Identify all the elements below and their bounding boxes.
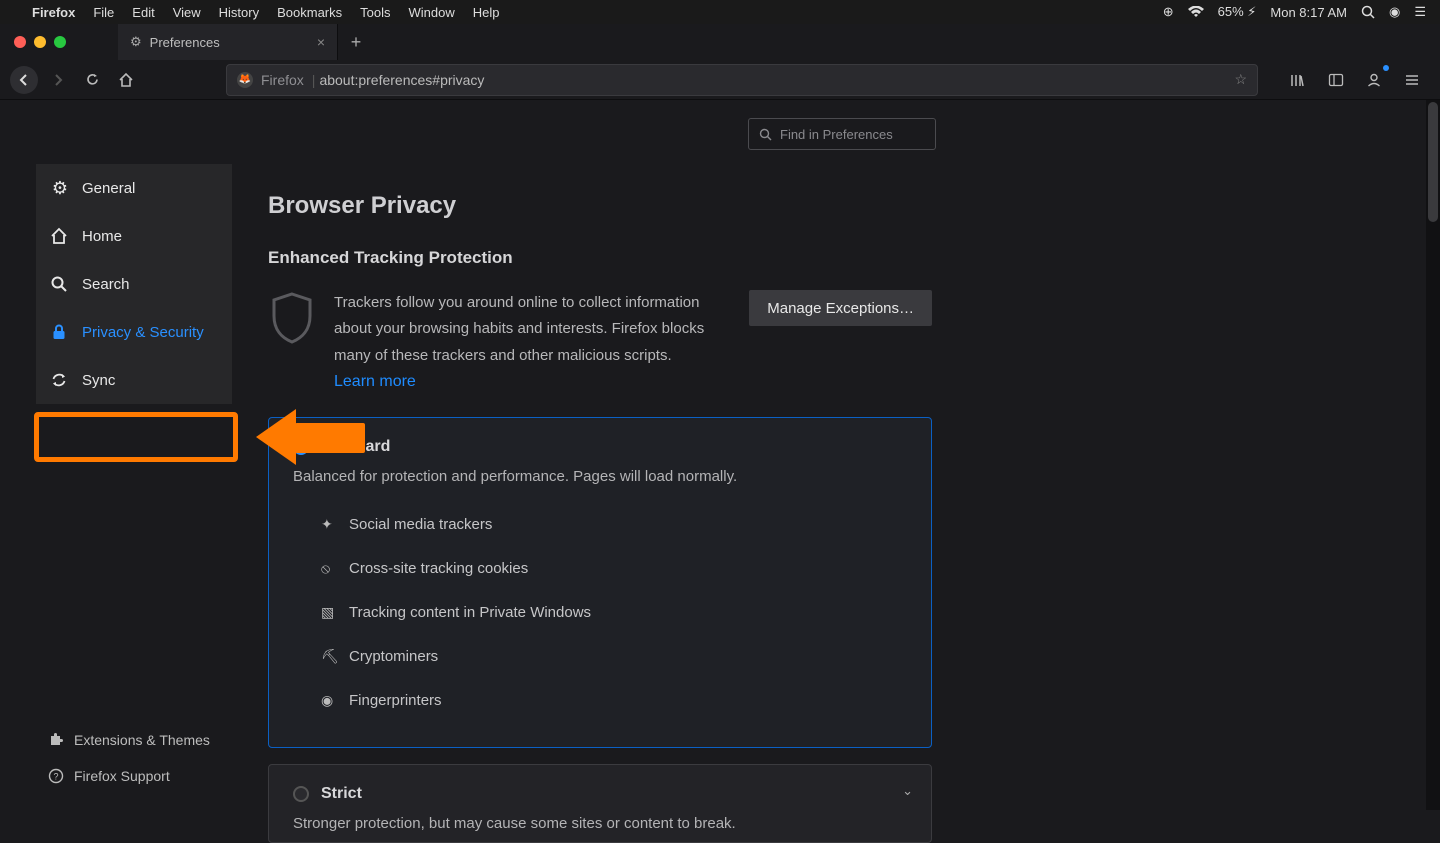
account-icon[interactable] bbox=[1360, 66, 1388, 94]
chevron-down-icon: ⌄ bbox=[902, 783, 913, 799]
sidebar-item-sync[interactable]: Sync bbox=[36, 356, 232, 404]
home-button[interactable] bbox=[112, 66, 140, 94]
url-text: about:preferences#privacy bbox=[319, 72, 484, 88]
card-description: Balanced for protection and performance.… bbox=[293, 468, 907, 485]
protection-level-strict-card[interactable]: Strict Stronger protection, but may caus… bbox=[268, 764, 932, 843]
control-center-icon[interactable]: ☰ bbox=[1414, 4, 1426, 20]
menu-bookmarks[interactable]: Bookmarks bbox=[277, 5, 342, 20]
fingerprint-icon: ◉ bbox=[321, 692, 337, 709]
vertical-scrollbar[interactable] bbox=[1426, 100, 1440, 810]
footer-label: Extensions & Themes bbox=[74, 732, 210, 748]
wifi-icon[interactable] bbox=[1188, 6, 1204, 18]
window-controls bbox=[0, 36, 80, 48]
question-icon: ? bbox=[48, 768, 64, 784]
scrollbar-thumb[interactable] bbox=[1428, 102, 1438, 222]
gear-icon: ⚙ bbox=[50, 178, 70, 199]
sidebar-item-label: Search bbox=[82, 276, 130, 293]
cryptominer-icon: ⛏ bbox=[321, 648, 337, 665]
sidebar-extensions-themes[interactable]: Extensions & Themes bbox=[48, 722, 232, 758]
sidebar-firefox-support[interactable]: ? Firefox Support bbox=[48, 758, 232, 794]
menu-help[interactable]: Help bbox=[473, 5, 500, 20]
tracking-blurb-text: Trackers follow you around online to col… bbox=[334, 290, 724, 369]
protection-level-standard-card[interactable]: Standard Balanced for protection and per… bbox=[268, 417, 932, 748]
sidebar-item-label: Privacy & Security bbox=[82, 324, 204, 341]
search-icon bbox=[759, 128, 772, 141]
svg-text:?: ? bbox=[53, 772, 58, 782]
cookie-icon: ⦸ bbox=[321, 560, 337, 577]
sidebar-item-general[interactable]: ⚙ General bbox=[36, 164, 232, 212]
menu-tools[interactable]: Tools bbox=[360, 5, 390, 20]
minimize-window-button[interactable] bbox=[34, 36, 46, 48]
reload-button[interactable] bbox=[78, 66, 106, 94]
feature-item: ▧Tracking content in Private Windows bbox=[321, 591, 907, 635]
identity-label: Firefox bbox=[261, 72, 304, 88]
sync-icon bbox=[50, 371, 70, 389]
sidebar-item-home[interactable]: Home bbox=[36, 212, 232, 260]
preferences-main-pane: Find in Preferences Browser Privacy Enha… bbox=[268, 100, 968, 810]
radio-strict[interactable] bbox=[293, 786, 309, 802]
siri-icon[interactable]: ◉ bbox=[1389, 4, 1400, 20]
feature-item: ⛏Cryptominers bbox=[321, 635, 907, 679]
nav-toolbar: 🦊 Firefox | about:preferences#privacy ☆ bbox=[0, 60, 1440, 100]
forward-button[interactable] bbox=[44, 66, 72, 94]
firefox-icon: 🦊 bbox=[237, 72, 253, 88]
sidebar-item-label: General bbox=[82, 180, 135, 197]
feature-item: ✦Social media trackers bbox=[321, 503, 907, 547]
bookmark-star-icon[interactable]: ☆ bbox=[1234, 71, 1247, 88]
status-icon[interactable]: ⊕ bbox=[1163, 4, 1174, 20]
card-title: Strict bbox=[321, 785, 362, 803]
tab-preferences[interactable]: ⚙ Preferences × bbox=[118, 24, 338, 60]
search-placeholder: Find in Preferences bbox=[780, 127, 893, 142]
close-tab-button[interactable]: × bbox=[317, 34, 325, 50]
new-tab-button[interactable]: + bbox=[338, 32, 374, 53]
menu-history[interactable]: History bbox=[219, 5, 259, 20]
tracking-content-icon: ▧ bbox=[321, 604, 337, 621]
library-icon[interactable] bbox=[1284, 66, 1312, 94]
shield-icon bbox=[268, 290, 316, 342]
sidebar-toggle-icon[interactable] bbox=[1322, 66, 1350, 94]
manage-exceptions-button[interactable]: Manage Exceptions… bbox=[749, 290, 932, 326]
social-tracker-icon: ✦ bbox=[321, 516, 337, 533]
tab-strip: ⚙ Preferences × + bbox=[0, 24, 1440, 60]
macos-menubar: Firefox File Edit View History Bookmarks… bbox=[0, 0, 1440, 24]
sidebar-item-label: Home bbox=[82, 228, 122, 245]
menu-view[interactable]: View bbox=[173, 5, 201, 20]
clock[interactable]: Mon 8:17 AM bbox=[1270, 5, 1347, 20]
annotation-arrow-body bbox=[295, 423, 365, 453]
close-window-button[interactable] bbox=[14, 36, 26, 48]
sidebar-item-label: Sync bbox=[82, 372, 115, 389]
zoom-window-button[interactable] bbox=[54, 36, 66, 48]
preferences-sidebar: ⚙ General Home Search Privacy & Securit bbox=[0, 100, 232, 810]
spotlight-icon[interactable] bbox=[1361, 5, 1375, 19]
section-title: Enhanced Tracking Protection bbox=[268, 248, 968, 268]
learn-more-link[interactable]: Learn more bbox=[334, 373, 416, 391]
sidebar-item-privacy-security[interactable]: Privacy & Security bbox=[36, 308, 232, 356]
preferences-content: ⚙ General Home Search Privacy & Securit bbox=[0, 100, 1440, 810]
card-description: Stronger protection, but may cause some … bbox=[293, 815, 907, 832]
menu-file[interactable]: File bbox=[93, 5, 114, 20]
search-icon bbox=[50, 275, 70, 293]
menu-app-name[interactable]: Firefox bbox=[32, 5, 75, 20]
annotation-arrow-icon bbox=[256, 409, 296, 465]
feature-item: ⦸Cross-site tracking cookies bbox=[321, 547, 907, 591]
sidebar-item-search[interactable]: Search bbox=[36, 260, 232, 308]
menu-edit[interactable]: Edit bbox=[132, 5, 154, 20]
gear-icon: ⚙ bbox=[130, 34, 142, 50]
footer-label: Firefox Support bbox=[74, 768, 170, 784]
menu-window[interactable]: Window bbox=[409, 5, 455, 20]
battery-status[interactable]: 65% ⚡︎ bbox=[1218, 4, 1257, 20]
back-button[interactable] bbox=[10, 66, 38, 94]
tab-title: Preferences bbox=[150, 35, 220, 50]
puzzle-icon bbox=[48, 732, 64, 748]
find-in-preferences-input[interactable]: Find in Preferences bbox=[748, 118, 936, 150]
hamburger-menu-icon[interactable] bbox=[1398, 66, 1426, 94]
page-title: Browser Privacy bbox=[268, 192, 968, 220]
lock-icon bbox=[50, 323, 70, 341]
feature-item: ◉Fingerprinters bbox=[321, 679, 907, 723]
home-icon bbox=[50, 227, 70, 245]
url-bar[interactable]: 🦊 Firefox | about:preferences#privacy ☆ bbox=[226, 64, 1258, 96]
